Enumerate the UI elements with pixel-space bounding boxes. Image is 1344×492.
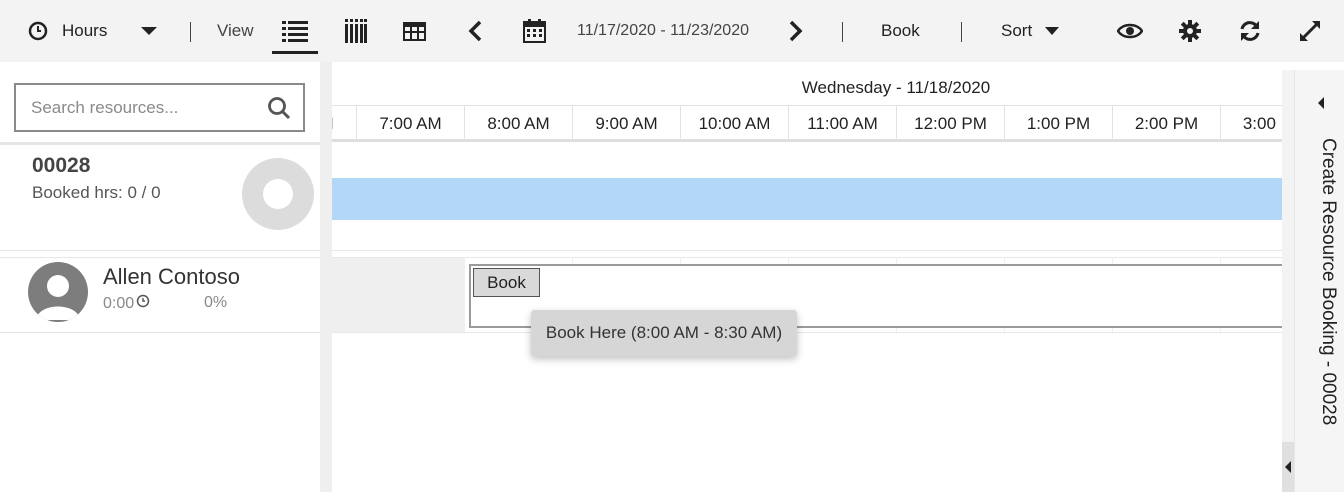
hours-chevron-down-icon[interactable] xyxy=(140,0,158,62)
eye-button[interactable] xyxy=(1117,0,1143,62)
hour-label: 9:00 AM xyxy=(572,106,680,140)
hours-label: Hours xyxy=(62,21,108,40)
previous-button[interactable] xyxy=(467,0,483,62)
eye-icon xyxy=(1117,23,1143,39)
resource-time: 0:00 xyxy=(103,294,135,312)
row-divider xyxy=(332,332,1282,333)
vertical-view-button[interactable] xyxy=(345,0,367,62)
caret-left-icon[interactable] xyxy=(1317,96,1325,114)
requirement-title: 00028 xyxy=(32,154,91,177)
settings-button[interactable] xyxy=(1179,0,1201,62)
book-toolbar-button[interactable]: Book xyxy=(881,0,920,62)
toolbar: Hours View 11/17/2020 - 11/23/2020 Book … xyxy=(0,0,1344,62)
divider xyxy=(0,142,320,145)
resource-time-group: 0:00 xyxy=(103,294,150,313)
book-tooltip: Book Here (8:00 AM - 8:30 AM) xyxy=(531,310,797,356)
divider xyxy=(0,257,320,258)
calendar-button[interactable] xyxy=(523,0,546,62)
resource-panel: Search resources... 00028 Booked hrs: 0 … xyxy=(0,70,320,492)
list-view-icon xyxy=(282,21,308,42)
panel-title: Create Resource Booking - 00028 xyxy=(1318,138,1339,426)
hour-label: 8:00 AM xyxy=(464,106,572,140)
hour-header: 6:00 AM 7:00 AM 8:00 AM 9:00 AM 10:00 AM… xyxy=(332,105,1282,142)
search-box[interactable]: Search resources... xyxy=(14,83,305,132)
divider xyxy=(0,332,320,333)
next-button[interactable] xyxy=(788,0,804,62)
requirement-timeline-bar[interactable] xyxy=(332,178,1282,220)
booked-hours: Booked hrs: 0 / 0 xyxy=(32,183,161,202)
book-button[interactable]: Book xyxy=(473,268,540,297)
schedule-board: Wednesday - 11/18/2020 6:00 AM 7:00 AM 8… xyxy=(332,70,1282,492)
calendar-icon xyxy=(523,19,546,43)
vertical-view-icon xyxy=(345,19,367,43)
hour-label: 7:00 AM xyxy=(356,106,464,140)
refresh-icon xyxy=(1240,21,1260,41)
expand-button[interactable] xyxy=(1298,0,1322,62)
toolbar-separator xyxy=(190,22,191,42)
avatar[interactable] xyxy=(28,262,88,322)
date-header: Wednesday - 11/18/2020 xyxy=(801,78,991,97)
chevron-down-icon xyxy=(1045,27,1060,35)
search-icon[interactable] xyxy=(267,96,291,125)
caret-left-icon xyxy=(1285,461,1291,473)
sort-label: Sort xyxy=(1001,21,1033,40)
clock-icon xyxy=(136,294,150,313)
booking-donut-chart xyxy=(242,158,314,230)
hour-label: 3:00 PM xyxy=(1220,106,1282,140)
refresh-button[interactable] xyxy=(1238,0,1262,62)
active-view-indicator xyxy=(272,51,318,54)
search-input[interactable]: Search resources... xyxy=(31,98,178,118)
resource-name[interactable]: Allen Contoso xyxy=(103,264,240,290)
create-booking-panel[interactable]: Create Resource Booking - 00028 xyxy=(1294,70,1344,492)
gear-icon xyxy=(1179,20,1201,42)
row-divider xyxy=(332,250,1282,251)
date-range[interactable]: 11/17/2020 - 11/23/2020 xyxy=(577,0,749,62)
grid-view-button[interactable] xyxy=(403,0,426,62)
panel-splitter[interactable] xyxy=(320,62,332,492)
right-gutter xyxy=(1282,70,1294,492)
grid-view-icon xyxy=(403,21,426,41)
row-divider xyxy=(332,257,1282,258)
hours-dropdown[interactable]: Hours xyxy=(28,0,107,62)
toolbar-separator xyxy=(842,22,843,42)
resource-utilization: 0% xyxy=(204,294,228,311)
unavailable-slot xyxy=(332,258,464,333)
clock-icon xyxy=(28,21,48,41)
hour-label: 10:00 AM xyxy=(680,106,788,140)
next-icon xyxy=(789,20,803,42)
hour-label: 11:00 AM xyxy=(788,106,896,140)
view-label: View xyxy=(217,21,254,40)
hour-label: 1:00 PM xyxy=(1004,106,1112,140)
collapse-panel-button[interactable] xyxy=(1282,442,1294,492)
previous-icon xyxy=(468,20,482,42)
sort-dropdown[interactable]: Sort xyxy=(1001,0,1060,62)
toolbar-separator xyxy=(961,22,962,42)
gridline xyxy=(464,258,465,333)
divider xyxy=(0,250,320,251)
hour-label: 2:00 PM xyxy=(1112,106,1220,140)
expand-icon xyxy=(1300,21,1320,41)
hour-label: 12:00 PM xyxy=(896,106,1004,140)
hour-label: 6:00 AM xyxy=(332,106,356,140)
